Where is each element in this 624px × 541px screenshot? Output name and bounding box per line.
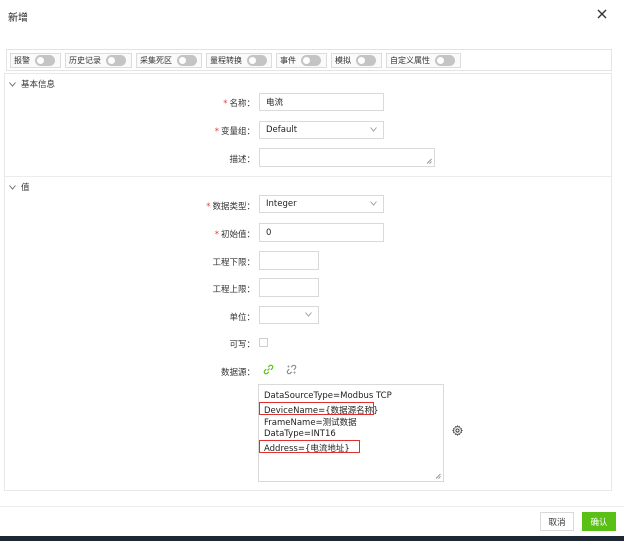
section-value-title: 值 [21, 183, 30, 193]
tab-simulation[interactable]: 模拟 [331, 53, 382, 68]
tab-alarm-label: 报警 [14, 56, 30, 65]
initial-value-label: * 初始值： [135, 228, 255, 240]
datasource-line: DataSourceType=Modbus TCP [264, 391, 392, 401]
datasource-line: FrameName=测试数据 [264, 418, 357, 428]
description-label: 描述： [229, 155, 255, 165]
taskbar-strip [0, 536, 624, 541]
tab-deadband[interactable]: 采集死区 [136, 53, 202, 68]
section-value[interactable]: 值 [9, 181, 30, 193]
confirm-button[interactable]: 确认 [582, 512, 616, 531]
chevron-down-icon [9, 184, 16, 190]
dialog-title: 新增 [8, 13, 28, 24]
section-divider [5, 176, 611, 177]
datatype-label: * 数据类型： [135, 200, 255, 212]
datasource-textarea[interactable]: DataSourceType=Modbus TCP DeviceName={数据… [258, 384, 444, 482]
description-textarea[interactable] [259, 148, 435, 167]
datatype-label-text: 数据类型： [212, 202, 255, 212]
datasource-line: DataType=INT16 [264, 429, 336, 439]
group-value: Default [266, 125, 298, 135]
unlink-icon[interactable] [286, 364, 297, 375]
group-label: * 变量组： [135, 125, 255, 137]
close-icon[interactable] [596, 8, 608, 20]
eng-high-label: 工程上限： [212, 285, 255, 295]
writable-label: 可写： [229, 340, 255, 350]
chevron-down-icon [370, 127, 377, 132]
resize-handle-icon[interactable] [435, 473, 441, 479]
tab-custom-attributes-label: 自定义属性 [390, 56, 430, 65]
unit-select[interactable] [259, 306, 319, 324]
name-value: 电流 [266, 98, 284, 108]
tab-history[interactable]: 历史记录 [65, 53, 132, 68]
initial-value-label-text: 初始值： [220, 230, 255, 240]
tab-range-conversion[interactable]: 量程转换 [206, 53, 272, 68]
cancel-button[interactable]: 取消 [540, 512, 574, 531]
alarm-toggle[interactable] [35, 55, 55, 66]
tab-history-label: 历史记录 [69, 56, 101, 65]
resize-handle-icon[interactable] [426, 158, 432, 164]
feature-toggle-bar: 报警 历史记录 采集死区 量程转换 事件 模拟 自定义属性 [6, 49, 612, 71]
tab-event-label: 事件 [280, 56, 296, 65]
initial-value-input[interactable]: 0 [259, 223, 384, 242]
highlight-box [259, 402, 374, 415]
name-label-text: 名称： [229, 99, 255, 109]
tab-range-conversion-label: 量程转换 [210, 56, 242, 65]
group-select[interactable]: Default [259, 121, 384, 139]
required-mark: * [206, 202, 211, 212]
datatype-select[interactable]: Integer [259, 195, 384, 213]
footer-divider [0, 506, 624, 507]
chevron-down-icon [370, 201, 377, 206]
deadband-toggle[interactable] [177, 55, 197, 66]
highlight-box [259, 440, 360, 453]
tab-custom-attributes[interactable]: 自定义属性 [386, 53, 461, 68]
gear-icon[interactable] [452, 425, 463, 436]
eng-high-input[interactable] [259, 278, 319, 297]
datasource-label: 数据源： [220, 368, 255, 378]
custom-attributes-toggle[interactable] [435, 55, 455, 66]
section-basic-info[interactable]: 基本信息 [9, 78, 55, 90]
simulation-toggle[interactable] [356, 55, 376, 66]
unit-label: 单位： [229, 313, 255, 323]
required-mark: * [223, 99, 228, 109]
range-conversion-toggle[interactable] [247, 55, 267, 66]
eng-low-input[interactable] [259, 251, 319, 270]
tab-event[interactable]: 事件 [276, 53, 327, 68]
writable-checkbox[interactable] [259, 338, 268, 347]
tab-simulation-label: 模拟 [335, 56, 351, 65]
required-mark: * [214, 230, 219, 240]
chevron-down-icon [9, 81, 16, 87]
link-icon[interactable] [263, 364, 274, 375]
event-toggle[interactable] [301, 55, 321, 66]
history-toggle[interactable] [106, 55, 126, 66]
datatype-value: Integer [266, 199, 297, 209]
group-label-text: 变量组： [220, 127, 255, 137]
name-label: * 名称： [135, 97, 255, 109]
tab-alarm[interactable]: 报警 [10, 53, 61, 68]
required-mark: * [214, 127, 219, 137]
chevron-down-icon [305, 312, 312, 317]
eng-low-label: 工程下限： [212, 258, 255, 268]
name-input[interactable]: 电流 [259, 93, 384, 111]
section-basic-info-title: 基本信息 [21, 80, 56, 90]
initial-value: 0 [266, 227, 272, 238]
tab-deadband-label: 采集死区 [140, 56, 172, 65]
